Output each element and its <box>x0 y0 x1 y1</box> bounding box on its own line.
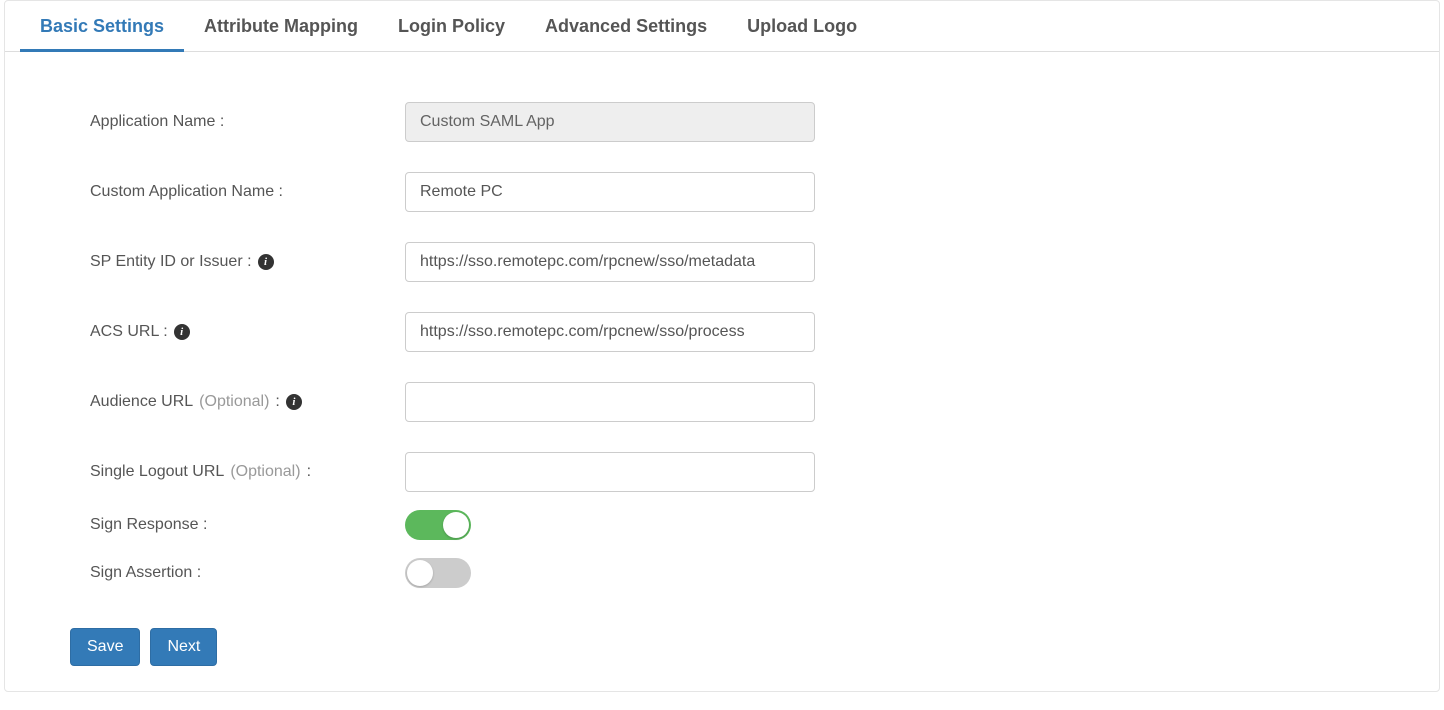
label-sign-assertion: Sign Assertion : <box>65 564 405 582</box>
info-icon[interactable]: i <box>286 394 302 410</box>
label-application-name: Application Name : <box>65 113 405 131</box>
row-acs-url: ACS URL : i <box>65 312 1379 352</box>
tab-attribute-mapping[interactable]: Attribute Mapping <box>184 1 378 52</box>
next-button[interactable]: Next <box>150 628 217 666</box>
toggle-knob <box>443 512 469 538</box>
label-audience-url-optional: (Optional) <box>199 393 269 411</box>
row-single-logout-url: Single Logout URL (Optional) : <box>65 452 1379 492</box>
row-custom-application-name: Custom Application Name : <box>65 172 1379 212</box>
input-sp-entity-id[interactable] <box>405 242 815 282</box>
input-acs-url[interactable] <box>405 312 815 352</box>
label-audience-url-end: : <box>275 393 279 411</box>
row-sp-entity-id: SP Entity ID or Issuer : i <box>65 242 1379 282</box>
tab-upload-logo[interactable]: Upload Logo <box>727 1 877 52</box>
label-custom-application-name: Custom Application Name : <box>65 183 405 201</box>
input-audience-url[interactable] <box>405 382 815 422</box>
label-sp-entity-id: SP Entity ID or Issuer : i <box>65 253 405 271</box>
action-buttons: Save Next <box>5 618 1439 681</box>
input-application-name <box>405 102 815 142</box>
toggle-sign-response[interactable] <box>405 510 471 540</box>
form: Application Name : Custom Application Na… <box>5 52 1439 588</box>
row-sign-assertion: Sign Assertion : <box>65 558 1379 588</box>
save-button[interactable]: Save <box>70 628 140 666</box>
label-single-logout-url-text: Single Logout URL <box>90 463 224 481</box>
toggle-knob <box>407 560 433 586</box>
label-audience-url: Audience URL (Optional) : i <box>65 393 405 411</box>
info-icon[interactable]: i <box>174 324 190 340</box>
label-single-logout-url-optional: (Optional) <box>230 463 300 481</box>
tab-login-policy[interactable]: Login Policy <box>378 1 525 52</box>
tab-basic-settings[interactable]: Basic Settings <box>20 1 184 52</box>
row-sign-response: Sign Response : <box>65 510 1379 540</box>
label-single-logout-url: Single Logout URL (Optional) : <box>65 463 405 481</box>
toggle-sign-assertion[interactable] <box>405 558 471 588</box>
label-sign-response: Sign Response : <box>65 516 405 534</box>
row-audience-url: Audience URL (Optional) : i <box>65 382 1379 422</box>
row-application-name: Application Name : <box>65 102 1379 142</box>
input-custom-application-name[interactable] <box>405 172 815 212</box>
label-single-logout-url-end: : <box>307 463 311 481</box>
label-acs-url-text: ACS URL : <box>90 323 168 341</box>
tab-advanced-settings[interactable]: Advanced Settings <box>525 1 727 52</box>
label-acs-url: ACS URL : i <box>65 323 405 341</box>
input-single-logout-url[interactable] <box>405 452 815 492</box>
settings-card: Basic Settings Attribute Mapping Login P… <box>4 0 1440 692</box>
label-audience-url-text: Audience URL <box>90 393 193 411</box>
tabs: Basic Settings Attribute Mapping Login P… <box>5 1 1439 52</box>
label-sp-entity-id-text: SP Entity ID or Issuer : <box>90 253 252 271</box>
info-icon[interactable]: i <box>258 254 274 270</box>
